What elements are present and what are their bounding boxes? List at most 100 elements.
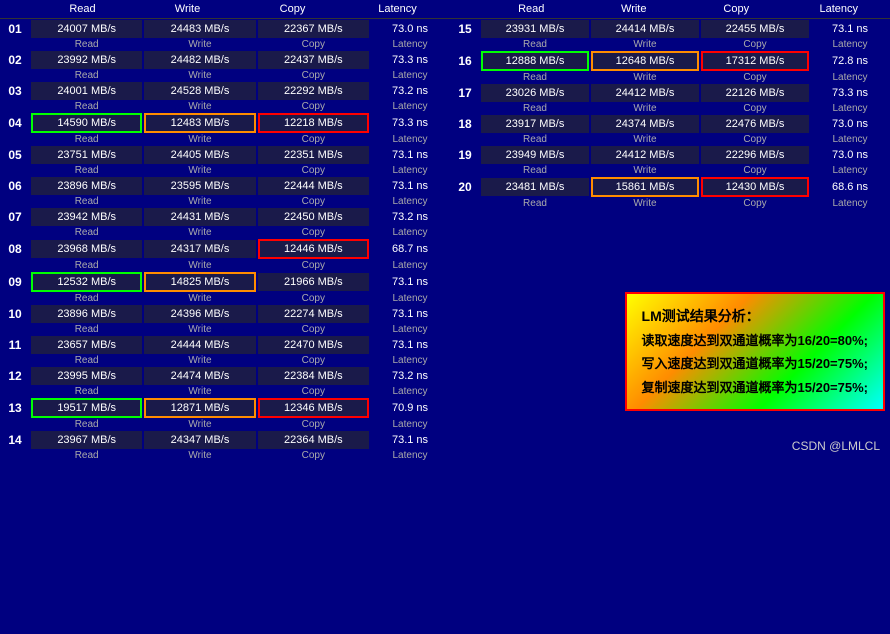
read-cell-01: 24007 MB/s xyxy=(31,20,142,38)
copy-cell-20: 12430 MB/s xyxy=(701,177,809,197)
sub-labels-19: ReadWriteCopyLatency xyxy=(450,165,890,176)
write-cell-12: 24474 MB/s xyxy=(144,367,255,385)
data-values-06: 0623896 MB/s23595 MB/s22444 MB/s73.1 ns xyxy=(0,176,450,196)
sub-label-latency-06: Latency xyxy=(370,196,450,207)
row-num-20: 20 xyxy=(450,179,480,195)
data-values-02: 0223992 MB/s24482 MB/s22437 MB/s73.3 ns xyxy=(0,50,450,70)
sub-label-copy-17: Copy xyxy=(700,103,810,114)
sub-label-read-05: Read xyxy=(30,165,143,176)
read-cell-08: 23968 MB/s xyxy=(31,240,142,258)
write-cell-10: 24396 MB/s xyxy=(144,305,255,323)
latency-cell-15: 73.1 ns xyxy=(810,23,890,35)
read-cell-19: 23949 MB/s xyxy=(481,146,589,164)
row-num-18: 18 xyxy=(450,116,480,132)
copy-cell-06: 22444 MB/s xyxy=(258,177,369,195)
data-values-19: 1923949 MB/s24412 MB/s22296 MB/s73.0 ns xyxy=(450,145,890,165)
sub-label-latency-12: Latency xyxy=(370,386,450,397)
row-num-15: 15 xyxy=(450,21,480,37)
right-rows: 1523931 MB/s24414 MB/s22455 MB/s73.1 nsR… xyxy=(450,19,890,209)
row-num-12: 12 xyxy=(0,368,30,384)
sub-label-copy-02: Copy xyxy=(257,70,370,81)
latency-cell-08: 68.7 ns xyxy=(370,243,450,255)
read-cell-05: 23751 MB/s xyxy=(31,146,142,164)
copy-cell-03: 22292 MB/s xyxy=(258,82,369,100)
sub-label-read-12: Read xyxy=(30,386,143,397)
sub-label-read-04: Read xyxy=(30,134,143,145)
sub-label-copy-14: Copy xyxy=(257,450,370,461)
read-cell-02: 23992 MB/s xyxy=(31,51,142,69)
write-cell-05: 24405 MB/s xyxy=(144,146,255,164)
write-cell-14: 24347 MB/s xyxy=(144,431,255,449)
row-group-13: 1319517 MB/s12871 MB/s12346 MB/s70.9 nsR… xyxy=(0,397,450,430)
read-cell-09: 12532 MB/s xyxy=(31,272,142,292)
sub-labels-20: ReadWriteCopyLatency xyxy=(450,198,890,209)
sub-label-copy-09: Copy xyxy=(257,293,370,304)
sub-labels-01: ReadWriteCopyLatency xyxy=(0,39,450,50)
row-group-18: 1823917 MB/s24374 MB/s22476 MB/s73.0 nsR… xyxy=(450,114,890,145)
copy-cell-05: 22351 MB/s xyxy=(258,146,369,164)
sub-labels-05: ReadWriteCopyLatency xyxy=(0,165,450,176)
analysis-box: LM测试结果分析： 读取速度达到双通道概率为16/20=80%; 写入速度达到双… xyxy=(625,292,885,411)
analysis-line2: 写入速度达到双通道概率为15/20=75%; xyxy=(642,352,868,375)
sub-label-read-17: Read xyxy=(480,103,590,114)
sub-label-latency-19: Latency xyxy=(810,165,890,176)
copy-cell-01: 22367 MB/s xyxy=(258,20,369,38)
analysis-line1: 读取速度达到双通道概率为16/20=80%; xyxy=(642,329,868,352)
row-group-10: 1023896 MB/s24396 MB/s22274 MB/s73.1 nsR… xyxy=(0,304,450,335)
read-cell-16: 12888 MB/s xyxy=(481,51,589,71)
sub-label-write-03: Write xyxy=(143,101,256,112)
read-cell-04: 14590 MB/s xyxy=(31,113,142,133)
sub-labels-15: ReadWriteCopyLatency xyxy=(450,39,890,50)
left-write-header: Write xyxy=(135,2,240,16)
row-group-03: 0324001 MB/s24528 MB/s22292 MB/s73.2 nsR… xyxy=(0,81,450,112)
sub-label-read-07: Read xyxy=(30,227,143,238)
sub-label-copy-03: Copy xyxy=(257,101,370,112)
right-header: Read Write Copy Latency xyxy=(450,0,890,19)
left-rows: 0124007 MB/s24483 MB/s22367 MB/s73.0 nsR… xyxy=(0,19,450,461)
sub-label-latency-10: Latency xyxy=(370,324,450,335)
data-values-16: 1612888 MB/s12648 MB/s17312 MB/s72.8 ns xyxy=(450,50,890,72)
row-num-16: 16 xyxy=(450,53,480,69)
copy-cell-18: 22476 MB/s xyxy=(701,115,809,133)
sub-labels-12: ReadWriteCopyLatency xyxy=(0,386,450,397)
write-cell-15: 24414 MB/s xyxy=(591,20,699,38)
sub-label-write-16: Write xyxy=(590,72,700,83)
row-num-04: 04 xyxy=(0,115,30,131)
analysis-line3: 复制速度达到双通道概率为15/20=75%; xyxy=(642,376,868,399)
sub-label-write-15: Write xyxy=(590,39,700,50)
sub-labels-14: ReadWriteCopyLatency xyxy=(0,450,450,461)
sub-labels-09: ReadWriteCopyLatency xyxy=(0,293,450,304)
sub-label-copy-20: Copy xyxy=(700,198,810,209)
sub-label-copy-18: Copy xyxy=(700,134,810,145)
sub-label-read-16: Read xyxy=(480,72,590,83)
analysis-title: LM测试结果分析： xyxy=(642,304,868,329)
row-num-14: 14 xyxy=(0,432,30,448)
sub-label-read-06: Read xyxy=(30,196,143,207)
latency-cell-02: 73.3 ns xyxy=(370,54,450,66)
row-group-15: 1523931 MB/s24414 MB/s22455 MB/s73.1 nsR… xyxy=(450,19,890,50)
read-cell-15: 23931 MB/s xyxy=(481,20,589,38)
row-num-10: 10 xyxy=(0,306,30,322)
row-num-06: 06 xyxy=(0,178,30,194)
row-num-03: 03 xyxy=(0,83,30,99)
write-cell-18: 24374 MB/s xyxy=(591,115,699,133)
sub-label-read-18: Read xyxy=(480,134,590,145)
row-num-09: 09 xyxy=(0,274,30,290)
write-cell-09: 14825 MB/s xyxy=(144,272,255,292)
row-group-12: 1223995 MB/s24474 MB/s22384 MB/s73.2 nsR… xyxy=(0,366,450,397)
copy-cell-04: 12218 MB/s xyxy=(258,113,369,133)
sub-labels-18: ReadWriteCopyLatency xyxy=(450,134,890,145)
row-group-07: 0723942 MB/s24431 MB/s22450 MB/s73.2 nsR… xyxy=(0,207,450,238)
read-cell-12: 23995 MB/s xyxy=(31,367,142,385)
latency-cell-04: 73.3 ns xyxy=(370,117,450,129)
read-cell-07: 23942 MB/s xyxy=(31,208,142,226)
sub-label-latency-09: Latency xyxy=(370,293,450,304)
copy-cell-08: 12446 MB/s xyxy=(258,239,369,259)
sub-label-copy-04: Copy xyxy=(257,134,370,145)
sub-label-latency-15: Latency xyxy=(810,39,890,50)
latency-cell-09: 73.1 ns xyxy=(370,276,450,288)
sub-label-write-13: Write xyxy=(143,419,256,430)
data-values-20: 2023481 MB/s15861 MB/s12430 MB/s68.6 ns xyxy=(450,176,890,198)
data-values-04: 0414590 MB/s12483 MB/s12218 MB/s73.3 ns xyxy=(0,112,450,134)
sub-label-copy-10: Copy xyxy=(257,324,370,335)
